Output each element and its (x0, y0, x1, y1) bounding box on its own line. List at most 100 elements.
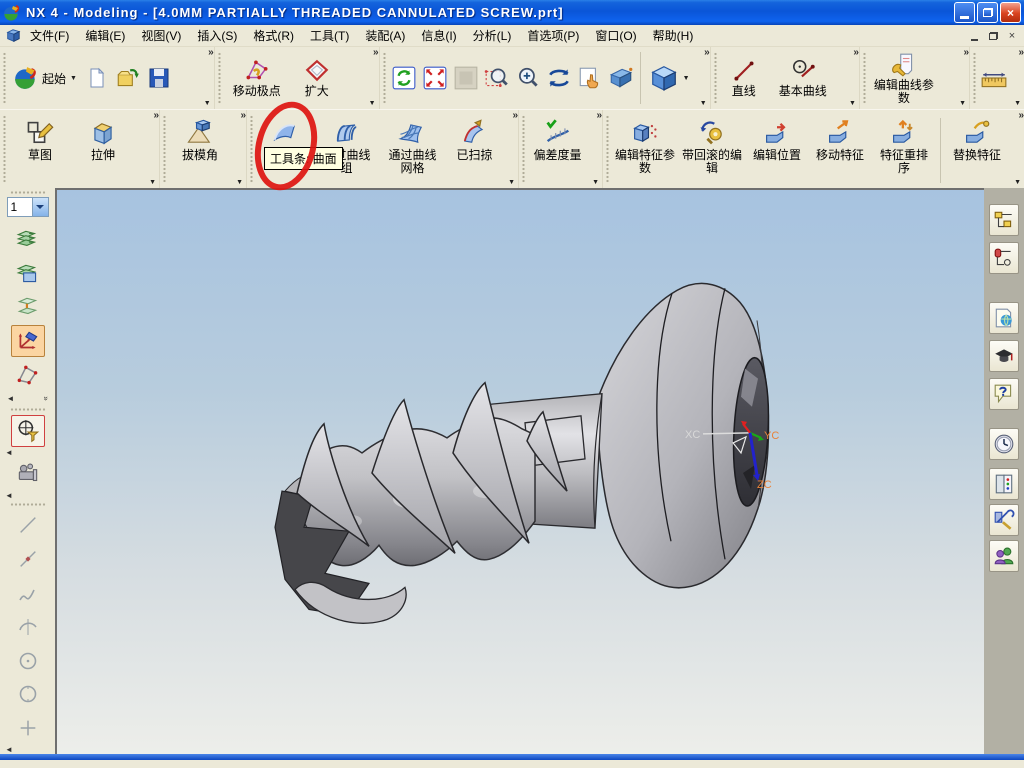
more-tools-icon[interactable]: » (42, 396, 51, 400)
toolbar-overflow-chevrons[interactable]: » (853, 48, 858, 58)
toolbar-options-arrow[interactable]: ▼ (592, 179, 599, 187)
menu-window[interactable]: 窗口(O) (587, 25, 644, 46)
menu-insert[interactable]: 插入(S) (189, 25, 245, 46)
toolbar-drag-handle[interactable] (9, 502, 46, 507)
toolbar-overflow-chevrons[interactable]: » (1018, 48, 1023, 58)
wcs-dynamics-button[interactable] (10, 325, 45, 358)
edit-with-rollback-button[interactable]: 带回滚的编辑 (679, 116, 745, 177)
toolbar-overflow-chevrons[interactable]: » (963, 48, 968, 58)
toolbar-options-arrow[interactable]: ▼ (204, 100, 211, 108)
history-button[interactable] (989, 428, 1019, 460)
enlarge-button[interactable]: 扩大 (291, 56, 343, 100)
menu-view[interactable]: 视图(V) (133, 25, 189, 46)
collapse-left-icon[interactable]: ◄ (5, 745, 13, 754)
replace-feature-button[interactable]: 替换特征 (945, 116, 1009, 164)
toolbar-options-arrow[interactable]: ▼ (959, 100, 966, 108)
layer-settings-button[interactable] (11, 224, 45, 256)
through-curve-mesh-button[interactable]: 通过曲线网格 (380, 116, 445, 177)
restore-button[interactable] (977, 2, 998, 23)
toolbar-drag-handle[interactable] (9, 191, 46, 195)
new-file-button[interactable] (82, 62, 112, 94)
constraint-navigator-button[interactable] (989, 242, 1019, 274)
work-layer-selector[interactable]: 1 (6, 196, 49, 217)
web-browser-button[interactable] (989, 302, 1019, 334)
collapse-left-icon[interactable]: ◄ (5, 448, 13, 457)
toolbar-overflow-chevrons[interactable]: » (596, 111, 601, 121)
curve-spline-tool[interactable] (11, 577, 45, 609)
menu-edit[interactable]: 编辑(E) (77, 25, 133, 46)
part-navigator-button[interactable] (989, 468, 1019, 500)
assembly-navigator-button[interactable] (989, 204, 1019, 236)
help-button[interactable] (989, 378, 1019, 410)
toolbar-options-arrow[interactable]: ▼ (236, 179, 243, 187)
collapse-left-icon[interactable]: ◄ (7, 394, 15, 403)
open-file-button[interactable] (113, 62, 143, 94)
measure-distance-button[interactable] (979, 62, 1009, 94)
toolbar-overflow-chevrons[interactable]: » (208, 48, 213, 58)
toolbar-overflow-chevrons[interactable]: » (704, 48, 709, 58)
edit-curve-params-button[interactable]: 编辑曲线参数 (869, 50, 939, 107)
tutorials-button[interactable] (989, 340, 1019, 372)
line-button[interactable]: 直线 (720, 56, 768, 100)
menu-format[interactable]: 格式(R) (245, 25, 302, 46)
toolbar-overflow-chevrons[interactable]: » (153, 111, 158, 121)
pan-view-button[interactable] (575, 62, 605, 94)
toolbar-drag-handle[interactable] (9, 407, 46, 412)
curve-line-point-tool[interactable] (11, 543, 45, 575)
menu-tools[interactable]: 工具(T) (302, 25, 357, 46)
toolbar-overflow-chevrons[interactable]: » (373, 48, 378, 58)
extrude-button[interactable]: 拉伸 (72, 116, 134, 164)
tools-palette-button[interactable] (989, 504, 1019, 536)
toolbar-overflow-chevrons[interactable]: » (1018, 111, 1023, 121)
basic-curves-button[interactable]: 基本曲线 (769, 56, 837, 100)
close-button[interactable]: × (1000, 2, 1021, 23)
chevron-down-icon[interactable] (31, 197, 48, 216)
curve-line-tool[interactable] (11, 509, 45, 541)
layer-visible-in-view-button[interactable] (11, 258, 45, 290)
feature-reorder-button[interactable]: 特征重排序 (872, 116, 936, 177)
menu-analysis[interactable]: 分析(L) (465, 25, 520, 46)
toolbar-overflow-chevrons[interactable]: » (240, 111, 245, 121)
menu-information[interactable]: 信息(I) (413, 25, 464, 46)
perspective-view-button[interactable] (606, 62, 636, 94)
toolbar-options-arrow[interactable]: ▼ (700, 100, 707, 108)
menu-assemblies[interactable]: 装配(A) (357, 25, 413, 46)
toolbar-overflow-chevrons[interactable]: » (512, 111, 517, 121)
zoom-box-button[interactable] (482, 62, 512, 94)
toolbar-options-arrow[interactable]: ▼ (508, 179, 515, 187)
toolbar-options-arrow[interactable]: ▼ (149, 179, 156, 187)
edit-feature-params-button[interactable]: 编辑特征参数 (612, 116, 678, 177)
display-mode-button[interactable]: ▼ (645, 61, 694, 95)
mdi-close-button[interactable]: × (1004, 29, 1020, 43)
toolbar-options-arrow[interactable]: ▼ (1014, 179, 1021, 187)
mdi-minimize-button[interactable] (966, 29, 982, 43)
toolbar-options-arrow[interactable]: ▼ (369, 100, 376, 108)
toolbar-options-arrow[interactable]: ▼ (849, 100, 856, 108)
deviation-measure-button[interactable]: 偏差度量 (528, 116, 587, 164)
graphics-viewport[interactable]: XC YC ZC (55, 188, 984, 754)
feature-replay-button[interactable] (11, 458, 45, 490)
edit-position-button[interactable]: 编辑位置 (746, 116, 808, 164)
menu-preferences[interactable]: 首选项(P) (519, 25, 587, 46)
draft-angle-button[interactable]: 拔模角 (169, 116, 231, 164)
menu-file[interactable]: 文件(F) (22, 25, 77, 46)
pole-display-button[interactable] (11, 359, 45, 391)
collapse-left-icon[interactable]: ◄ (5, 491, 13, 500)
zoom-in-out-button[interactable] (513, 62, 543, 94)
layer-category-button[interactable] (11, 292, 45, 324)
move-pole-button[interactable]: 移动极点 (224, 56, 290, 100)
toolbar-options-arrow[interactable]: ▼ (1014, 100, 1021, 108)
sketch-button[interactable]: 草图 (9, 116, 71, 164)
curve-circle-tool[interactable] (11, 678, 45, 710)
mdi-restore-button[interactable] (985, 29, 1001, 43)
start-button[interactable]: 起始 ▼ (9, 63, 81, 93)
rotate-view-button[interactable] (544, 62, 574, 94)
save-button[interactable] (144, 62, 174, 94)
curve-circle-center-tool[interactable] (11, 645, 45, 677)
minimize-button[interactable] (954, 2, 975, 23)
curve-point-tool[interactable] (11, 712, 45, 744)
selection-filter-button[interactable] (10, 414, 45, 447)
move-feature-button[interactable]: 移动特征 (809, 116, 871, 164)
fit-view-button[interactable] (420, 62, 450, 94)
refresh-view-button[interactable] (389, 62, 419, 94)
